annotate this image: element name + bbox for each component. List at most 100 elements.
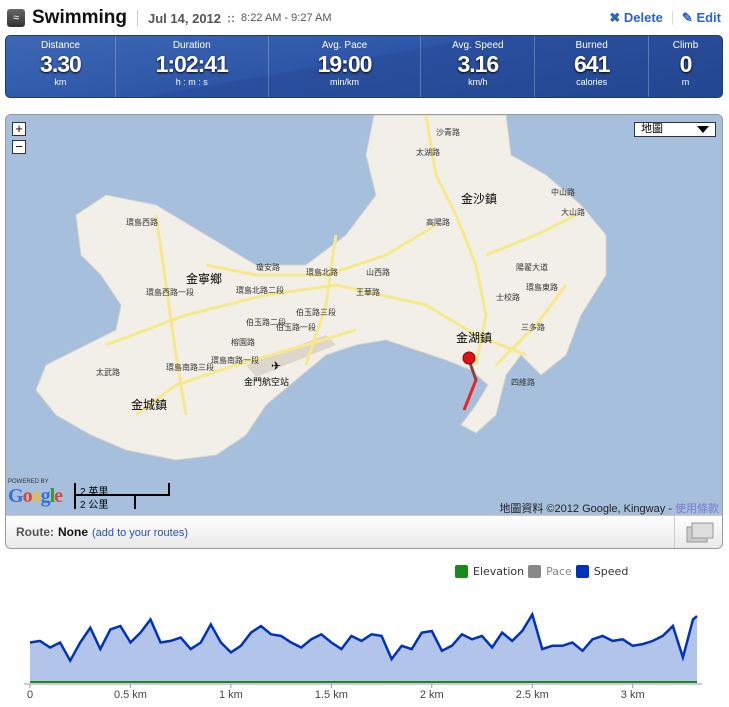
road-label: 山西路 [366,267,390,277]
stat-unit: h : m : s [175,77,208,87]
road-label: 陽翟大道 [516,262,548,272]
add-to-routes-link[interactable]: (add to your routes) [92,527,188,539]
road-label: 環島南路一段 [211,355,259,365]
divider [137,10,139,26]
edit-label: Edit [696,10,721,25]
stat-burned: Burned 641 calories [535,36,650,97]
x-tick-label: 2.5 km [516,689,549,701]
delete-button[interactable]: ✖ Delete [609,10,663,26]
road-label: 伯玉路三段 [296,307,336,317]
stat-value: 641 [573,51,610,77]
swimmer-icon: ≈ [7,9,25,27]
place-label: 金寧鄉 [186,271,222,286]
route-value: None [58,525,88,539]
road-label: 伯玉路一段 [276,322,316,332]
road-label: 榕園路 [231,337,255,347]
stat-climb: Climb 0 m [649,36,722,97]
stat-avg-pace: Avg. Pace 19:00 min/km [269,36,422,97]
legend-item-pace[interactable]: Pace [546,565,572,578]
x-tick-label: 1.5 km [315,689,348,701]
map-canvas[interactable]: 金沙鎮 金寧鄉 金湖鎮 金城鎮 金門航空站 ✈ 環島北路二段伯玉路二段伯玉路三段… [6,115,723,515]
activity-title: Swimming [32,7,128,28]
route-bar: Route: None (add to your routes) [6,515,722,548]
google-logo[interactable]: Google [8,485,63,508]
road-label: 環島南路三段 [166,362,214,372]
road-label: 環島北路 [306,267,338,277]
stat-label: Burned [575,40,608,51]
legend-item-speed[interactable]: Speed [594,565,628,578]
x-tick-label: 1 km [219,689,243,701]
map-scale: 2 英里 2 公里 [74,483,170,511]
stat-label: Avg. Speed [452,40,504,51]
road-label: 沙青路 [436,127,460,137]
separator: :: [227,11,236,25]
road-label: 太湖路 [416,147,440,157]
dropdown-arrow-icon [697,126,709,133]
scale-km: 2 公里 [74,496,136,511]
airport-label: 金門航空站 [244,376,289,387]
map-panel: 金沙鎮 金寧鄉 金湖鎮 金城鎮 金門航空站 ✈ 環島北路二段 伯玉路二段 伯玉路三段… [5,114,723,549]
place-label: 金城鎮 [131,397,167,412]
road-label: 四維路 [511,377,535,387]
legend-swatch [455,565,468,578]
road-label: 環島西路一段 [146,287,194,297]
stat-label: Distance [40,40,80,51]
x-tick-label: 0 [27,689,33,701]
map-type-select[interactable]: 地圖 [634,122,716,137]
speed-area [30,614,697,682]
legend-item-elevation[interactable]: Elevation [473,565,524,578]
speed-chart: 0 0.5 km 1 km 1.5 km 2 km 2.5 km 3 km [24,611,702,701]
stat-unit: km/h [468,77,488,87]
road-label: 瓊安路 [256,262,280,272]
road-label: 大山路 [561,207,585,217]
road-label: 環島西路 [126,217,158,227]
road-label: 三多路 [521,322,545,332]
stat-value: 19:00 [317,51,373,77]
zoom-out-button[interactable]: − [12,140,26,154]
road-label: 環島北路二段 [236,285,284,295]
chart-legend: Elevation Pace Speed [451,565,628,578]
stat-avg-speed: Avg. Speed 3.16 km/h [421,36,536,97]
legend-swatch [575,565,589,578]
x-tick-label: 0.5 km [114,689,147,701]
x-tick-label: 2 km [420,689,444,701]
scale-miles: 2 英里 [74,483,170,498]
fullscreen-button[interactable] [674,516,722,548]
road-label: 中山路 [551,187,575,197]
airplane-icon: ✈ [271,359,281,373]
delete-label: Delete [623,10,663,25]
attribution-text: 地圖資料 ©2012 Google, Kingway - [499,503,675,515]
stat-unit: min/km [330,77,360,87]
zoom-in-button[interactable]: + [12,122,26,136]
edit-button[interactable]: ✎ Edit [682,10,721,26]
terms-link[interactable]: 使用條款 [675,503,719,515]
route-label: Route: [16,525,54,539]
road-label: 環島東路 [526,282,558,292]
stats-panel: Distance 3.30 km Duration 1:02:41 h : m : s Av… [5,35,723,98]
stat-label: Avg. Pace [321,40,368,51]
place-label: 金湖鎮 [456,330,492,345]
map-pin-icon[interactable] [462,351,476,365]
road-label: 太武路 [96,367,120,377]
stat-value: 3.16 [457,51,499,77]
x-tick-label: 3 km [621,689,645,701]
stat-label: Climb [672,40,699,51]
fullscreen-icon [686,522,714,543]
road-label: 高陽路 [426,217,450,227]
stat-unit: m [681,77,690,87]
stat-duration: Duration 1:02:41 h : m : s [116,36,269,97]
place-label: 金沙鎮 [461,191,497,206]
road-label: 王華路 [356,287,380,297]
stat-value: 1:02:41 [155,51,229,77]
pencil-icon: ✎ [681,10,697,25]
stat-unit: calories [576,77,608,87]
activity-time-range: 8:22 AM - 9:27 AM [241,12,332,24]
stat-value: 0 [679,51,693,77]
legend-swatch [528,565,542,578]
activity-date: Jul 14, 2012 [148,10,222,26]
activity-header: ≈ Swimming Jul 14, 2012 :: 8:22 AM - 9:2… [7,6,721,30]
divider [671,11,673,25]
stat-unit: km [54,77,67,87]
stat-value: 3.30 [40,51,82,77]
map-attribution: 地圖資料 ©2012 Google, Kingway - 使用條款 [499,500,719,516]
